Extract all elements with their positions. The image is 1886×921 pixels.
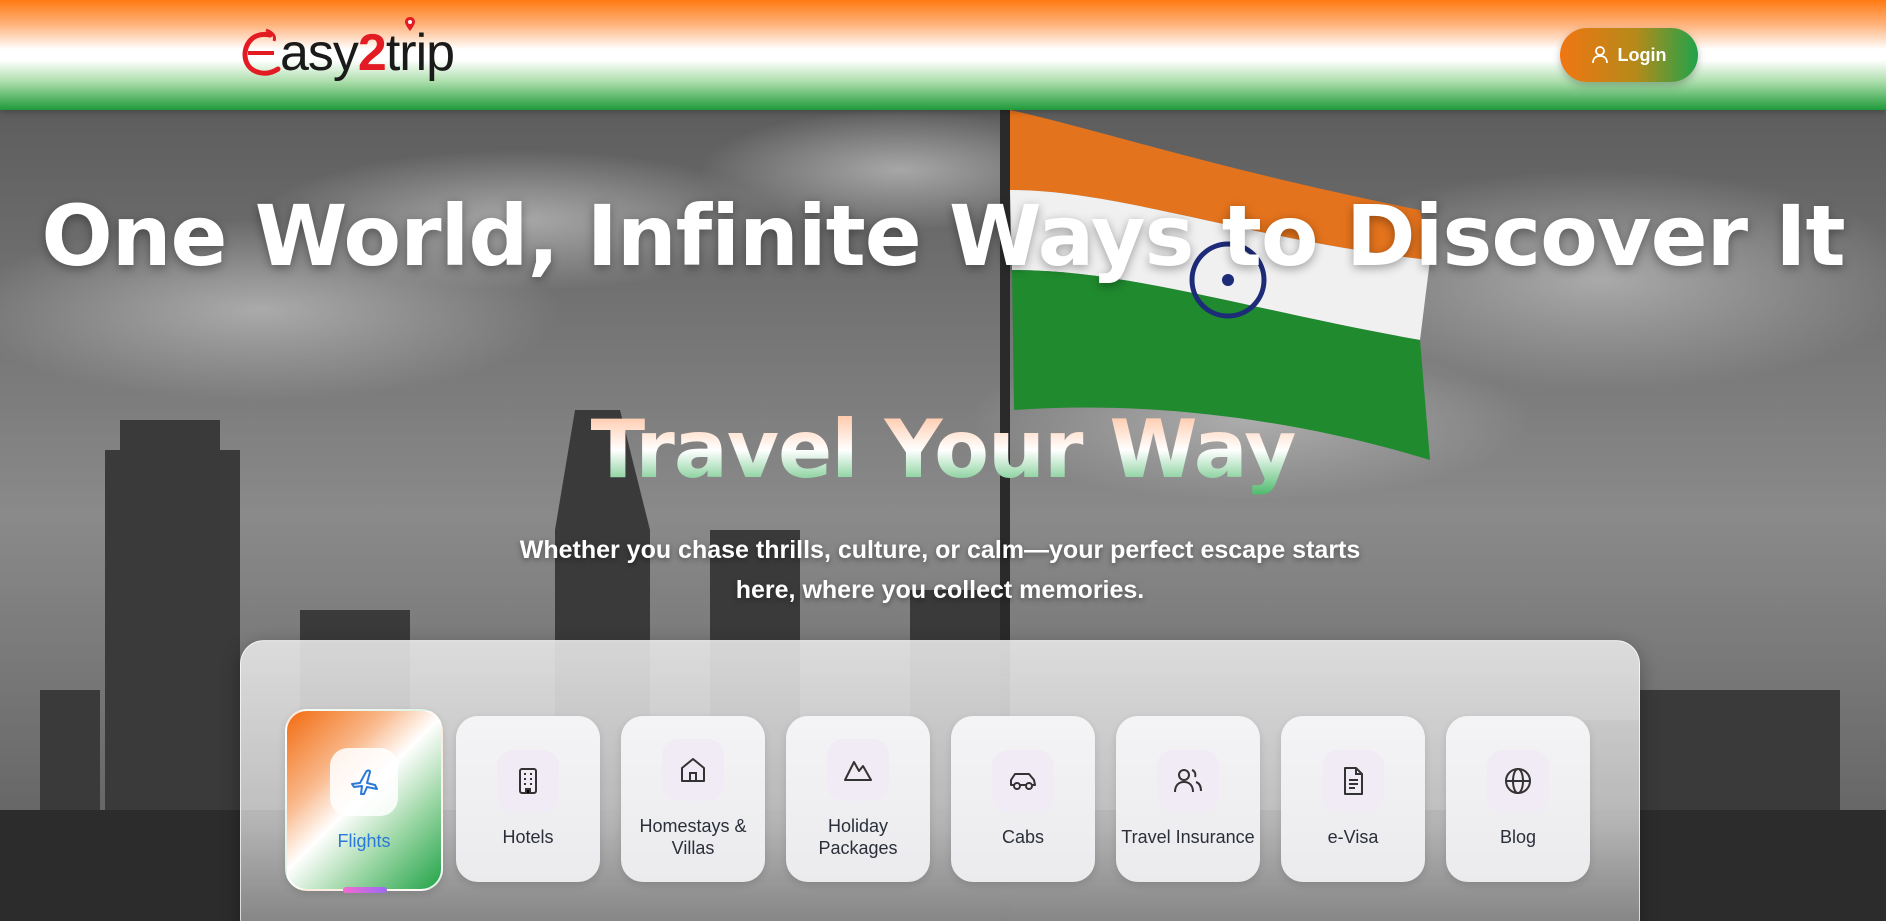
service-tab-hotels[interactable]: Hotels	[456, 716, 600, 882]
service-label-blog: Blog	[1499, 827, 1537, 847]
service-icon-box	[1487, 750, 1549, 812]
document-icon	[1344, 767, 1363, 795]
mountain-icon	[844, 761, 872, 781]
service-tab-travel-insurance[interactable]: Travel Insurance	[1116, 716, 1260, 882]
service-icon-box	[1322, 750, 1384, 812]
service-label-cabs: Cabs	[1001, 827, 1045, 847]
home-icon	[681, 758, 705, 782]
building-icon	[519, 768, 537, 794]
service-tab-holiday-packages[interactable]: Holiday Packages	[786, 716, 930, 882]
service-icon-box	[330, 748, 398, 816]
hero-section: One World, Infinite Ways to Discover It …	[0, 110, 1886, 921]
plane-icon	[351, 769, 378, 795]
service-tab-homestays[interactable]: Homestays & Villas	[621, 716, 765, 882]
active-indicator	[343, 887, 387, 893]
easy2trip-logo[interactable]: asy 2 trip	[240, 17, 455, 84]
service-icon-box	[992, 750, 1054, 812]
service-label-travel-insurance: Travel Insurance	[1121, 827, 1255, 847]
hero-subtitle: Whether you chase thrills, culture, or c…	[519, 536, 1361, 604]
service-label-flights: Flights	[337, 831, 391, 851]
service-icon-box	[497, 750, 559, 812]
service-tab-flights[interactable]: Flights	[285, 709, 443, 893]
users-icon	[1174, 769, 1202, 793]
service-icon-box	[1157, 750, 1219, 812]
logo-text-2: 2	[357, 24, 387, 82]
service-tab-cabs[interactable]: Cabs	[951, 716, 1095, 882]
top-header: asy 2 trip Login	[0, 0, 1886, 110]
service-icon-box	[827, 739, 889, 801]
logo-swirl-icon	[242, 28, 281, 76]
location-pin-icon	[404, 17, 415, 31]
hero-headline: One World, Infinite Ways to Discover It	[41, 187, 1845, 285]
logo-text-trip-label: trip	[385, 24, 455, 82]
login-label: Login	[1617, 44, 1667, 65]
service-label-homestays: Homestays & Villas	[639, 816, 747, 858]
globe-icon	[1505, 768, 1531, 794]
logo-text-easy: asy	[280, 24, 359, 82]
user-icon	[1591, 46, 1608, 64]
car-icon	[1010, 773, 1036, 790]
hero-tagline: Travel Your Way	[0, 400, 1886, 500]
service-icon-box	[662, 739, 724, 801]
services-panel: Flights Hotels Homestays & Villas Holida…	[240, 640, 1640, 921]
service-tab-blog[interactable]: Blog	[1446, 716, 1590, 882]
service-label-evisa: e-Visa	[1327, 827, 1379, 847]
service-tab-evisa[interactable]: e-Visa	[1281, 716, 1425, 882]
service-label-hotels: Hotels	[502, 827, 554, 847]
service-label-holiday-packages: Holiday Packages	[818, 816, 898, 858]
logo-text-trip: trip	[385, 17, 455, 82]
login-button[interactable]: Login	[1560, 28, 1698, 82]
